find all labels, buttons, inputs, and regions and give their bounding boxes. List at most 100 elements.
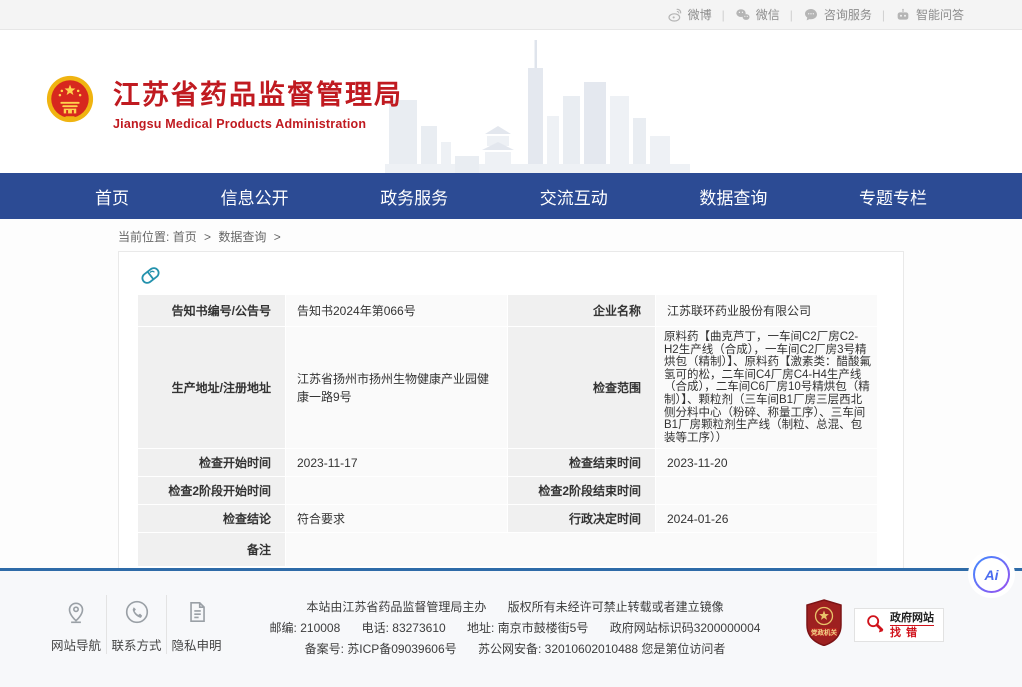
table-row: 检查开始时间 2023-11-17 检查结束时间 2023-11-20	[138, 449, 878, 477]
footer-host-text: 本站由江苏省药品监督管理局主办	[306, 600, 486, 614]
city-skyline-watermark	[385, 38, 690, 173]
field-label-phase2-end: 检查2阶段结束时间	[508, 477, 656, 505]
footer-line-2: 邮编: 210008 电话: 83273610 地址: 南京市鼓楼街5号 政府网…	[226, 618, 804, 639]
document-icon	[169, 595, 224, 625]
topbar-item-label: 微博	[688, 6, 712, 23]
site-header: 江苏省药品监督管理局 Jiangsu Medical Products Admi…	[0, 30, 1022, 173]
party-government-badge[interactable]: 党政机关	[804, 599, 844, 651]
footer-badges: 党政机关 政府网站 找错	[804, 599, 944, 651]
nav-item-topics[interactable]: 专题专栏	[859, 184, 927, 209]
table-row: 检查2阶段开始时间 检查2阶段结束时间	[138, 477, 878, 505]
map-pin-icon	[48, 595, 104, 625]
ai-assistant-button[interactable]: Ai	[973, 556, 1010, 593]
breadcrumb: 当前位置: 首页 > 数据查询 >	[0, 219, 1022, 251]
field-value-address: 江苏省扬州市扬州生物健康产业园健康一路9号	[286, 327, 508, 449]
inspection-detail-table: 告知书编号/公告号 告知书2024年第066号 企业名称 江苏联环药业股份有限公…	[137, 294, 878, 567]
table-row: 告知书编号/公告号 告知书2024年第066号 企业名称 江苏联环药业股份有限公…	[138, 295, 878, 327]
footer-line-3: 备案号: 苏ICP备09039606号 苏公网安备: 3201060201048…	[226, 639, 804, 660]
chat-bubble-icon	[803, 7, 819, 23]
breadcrumb-separator: >	[204, 230, 211, 244]
find-error-top-label: 政府网站	[890, 612, 934, 624]
table-row: 生产地址/注册地址 江苏省扬州市扬州生物健康产业园健康一路9号 检查范围 原料药…	[138, 327, 878, 449]
footer-address: 地址: 南京市鼓楼街5号	[467, 621, 588, 635]
footer-link-sitemap[interactable]: 网站导航	[46, 595, 106, 654]
detail-card: 告知书编号/公告号 告知书2024年第066号 企业名称 江苏联环药业股份有限公…	[118, 251, 904, 568]
field-label-company-name: 企业名称	[508, 295, 656, 327]
main-nav: 首页 信息公开 政务服务 交流互动 数据查询 专题专栏	[0, 173, 1022, 219]
table-row: 检查结论 符合要求 行政决定时间 2024-01-26	[138, 505, 878, 533]
site-footer: Ai 网站导航	[0, 568, 1022, 687]
field-value-company-name: 江苏联环药业股份有限公司	[656, 295, 878, 327]
brand: 江苏省药品监督管理局 Jiangsu Medical Products Admi…	[45, 73, 403, 131]
footer-link-contact[interactable]: 联系方式	[106, 595, 166, 654]
table-row: 备注	[138, 533, 878, 567]
field-value-end-date: 2023-11-20	[656, 449, 878, 477]
field-value-remarks	[286, 533, 878, 567]
footer-copyright-text: 版权所有未经许可禁止转载或者建立镜像	[508, 600, 724, 614]
nav-item-info[interactable]: 信息公开	[221, 184, 289, 209]
site-subtitle: Jiangsu Medical Products Administration	[113, 117, 403, 131]
main-content: 当前位置: 首页 > 数据查询 >	[0, 219, 1022, 568]
topbar-item-weibo[interactable]: 微博	[667, 6, 712, 23]
footer-postcode: 邮编: 210008	[270, 621, 341, 635]
nav-item-services[interactable]: 政务服务	[380, 184, 448, 209]
find-error-badge[interactable]: 政府网站 找错	[854, 608, 944, 642]
find-error-bottom-label: 找错	[890, 625, 934, 639]
nav-item-interaction[interactable]: 交流互动	[540, 184, 608, 209]
footer-inner: 网站导航 联系方式	[0, 571, 1022, 660]
field-label-decision-date: 行政决定时间	[508, 505, 656, 533]
nav-item-data-query[interactable]: 数据查询	[699, 184, 767, 209]
nav-item-home[interactable]: 首页	[95, 184, 129, 209]
topbar-item-label: 咨询服务	[824, 6, 872, 23]
breadcrumb-link-data-query[interactable]: 数据查询	[218, 230, 266, 244]
topbar-item-consult[interactable]: 咨询服务	[803, 6, 872, 23]
topbar-item-label: 微信	[756, 6, 780, 23]
topbar-item-wechat[interactable]: 微信	[735, 6, 780, 23]
national-emblem-logo	[45, 74, 95, 129]
page: 微博 | 微信 | 咨询服务 | 智能问答	[0, 0, 1022, 687]
field-label-phase2-start: 检查2阶段开始时间	[138, 477, 286, 505]
wechat-icon	[735, 7, 751, 23]
footer-links: 网站导航 联系方式	[46, 595, 226, 654]
breadcrumb-separator: >	[274, 230, 281, 244]
footer-line-1: 本站由江苏省药品监督管理局主办 版权所有未经许可禁止转载或者建立镜像	[226, 597, 804, 618]
topbar-item-qa[interactable]: 智能问答	[895, 6, 964, 23]
separator: |	[882, 8, 885, 22]
footer-link-privacy[interactable]: 隐私申明	[166, 595, 226, 654]
footer-link-label: 隐私申明	[169, 635, 224, 654]
separator: |	[790, 8, 793, 22]
footer-site-id: 政府网站标识码3200000004	[610, 621, 761, 635]
field-value-inspection-scope: 原料药【曲克芦丁，一车间C2厂房C2-H2生产线（合成），一车间C2厂房3号精烘…	[656, 327, 878, 449]
field-label-inspection-scope: 检查范围	[508, 327, 656, 449]
brand-text: 江苏省药品监督管理局 Jiangsu Medical Products Admi…	[113, 73, 403, 131]
find-error-badge-text: 政府网站 找错	[890, 612, 934, 639]
field-value-start-date: 2023-11-17	[286, 449, 508, 477]
breadcrumb-prefix: 当前位置:	[118, 230, 169, 244]
field-label-address: 生产地址/注册地址	[138, 327, 286, 449]
footer-link-label: 联系方式	[109, 635, 164, 654]
breadcrumb-link-home[interactable]: 首页	[173, 230, 197, 244]
field-value-decision-date: 2024-01-26	[656, 505, 878, 533]
pill-capsule-icon	[137, 262, 164, 294]
footer-link-label: 网站导航	[48, 635, 104, 654]
field-label-start-date: 检查开始时间	[138, 449, 286, 477]
robot-icon	[895, 7, 911, 23]
field-value-conclusion: 符合要求	[286, 505, 508, 533]
separator: |	[722, 8, 725, 22]
field-label-end-date: 检查结束时间	[508, 449, 656, 477]
topbar-item-label: 智能问答	[916, 6, 964, 23]
field-value-phase2-end	[656, 477, 878, 505]
svg-text:党政机关: 党政机关	[811, 627, 838, 636]
footer-phone: 电话: 83273610	[362, 621, 446, 635]
card-header	[137, 262, 881, 294]
field-label-remarks: 备注	[138, 533, 286, 567]
topbar: 微博 | 微信 | 咨询服务 | 智能问答	[0, 0, 1022, 30]
footer-icp-number: 备案号: 苏ICP备09039606号	[305, 642, 457, 656]
phone-icon	[109, 595, 164, 625]
field-value-phase2-start	[286, 477, 508, 505]
magnifier-icon	[864, 612, 886, 639]
footer-text: 本站由江苏省药品监督管理局主办 版权所有未经许可禁止转载或者建立镜像 邮编: 2…	[226, 595, 804, 660]
footer-security-number: 苏公网安备: 32010602010488 您是第位访问者	[478, 642, 725, 656]
field-value-notice-number: 告知书2024年第066号	[286, 295, 508, 327]
field-label-conclusion: 检查结论	[138, 505, 286, 533]
